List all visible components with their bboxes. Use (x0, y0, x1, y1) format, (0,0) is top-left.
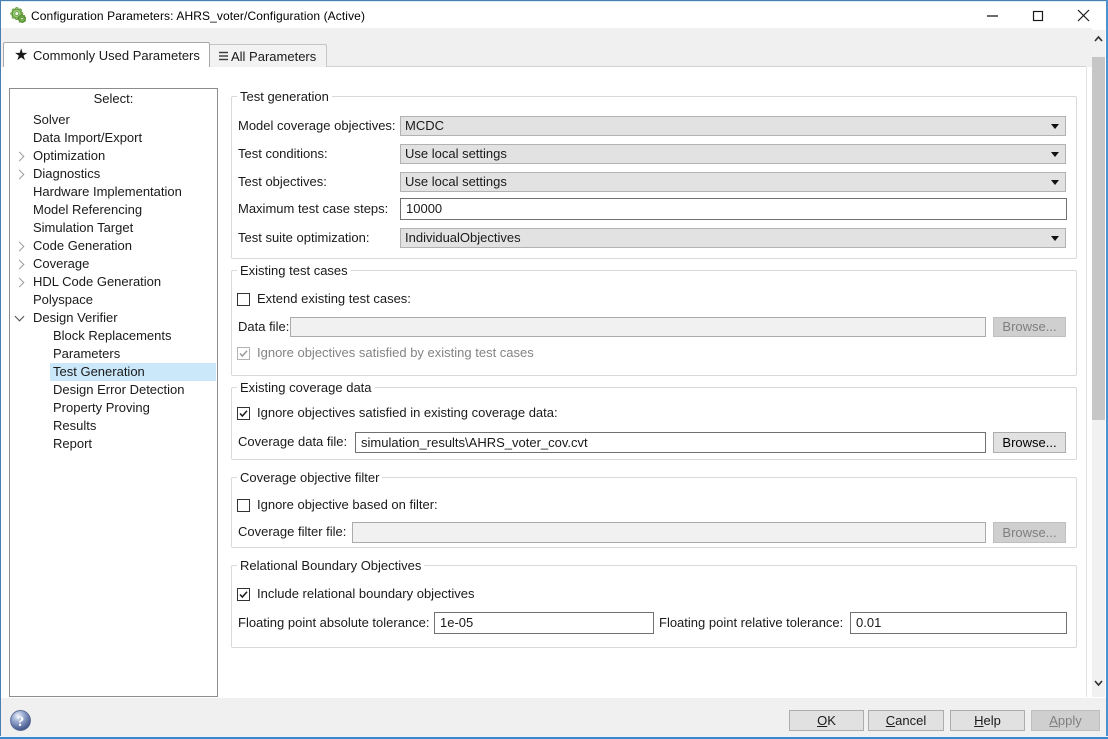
svg-text:?: ? (17, 714, 25, 730)
